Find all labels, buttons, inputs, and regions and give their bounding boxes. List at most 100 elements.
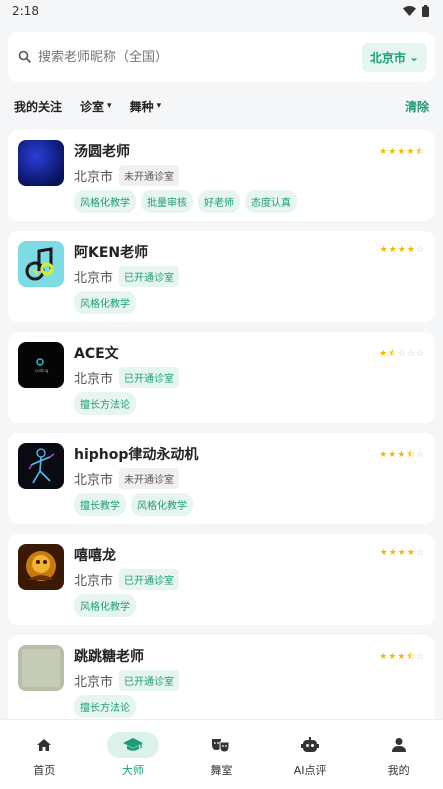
star-empty-icon: ☆ <box>415 245 425 255</box>
teacher-card[interactable]: hiphop律动永动机 ★★★⯪☆ 北京市 未开通诊室 擅长教学 风格化教学 <box>8 433 435 524</box>
tag-list: 擅长方法论 <box>74 392 136 415</box>
teacher-tag: 风格化教学 <box>74 594 136 617</box>
rating-stars: ★★★★☆ <box>380 245 425 255</box>
teacher-city: 北京市 <box>74 271 114 286</box>
star-full-icon: ★ <box>406 245 416 255</box>
nav-studio[interactable]: 舞室 <box>186 732 256 778</box>
studio-status-badge: 已开通诊室 <box>119 569 180 590</box>
robot-icon <box>284 732 336 758</box>
studio-status-badge: 未开通诊室 <box>119 468 180 489</box>
teacher-tag: 擅长方法论 <box>74 392 136 415</box>
avatar <box>18 544 64 590</box>
teacher-name: 嘻嘻龙 <box>74 548 116 564</box>
teacher-tag: 风格化教学 <box>74 291 136 314</box>
star-full-icon: ★ <box>379 450 389 460</box>
status-bar: 2:18 <box>0 0 443 22</box>
dance-style-filter[interactable]: 舞种 ▾ <box>130 98 162 115</box>
clear-filters-button[interactable]: 清除 <box>405 98 429 115</box>
star-full-icon: ★ <box>388 147 398 157</box>
chevron-down-icon: ▾ <box>107 101 112 111</box>
teacher-name: ACE文 <box>74 346 119 362</box>
nav-ai-review[interactable]: AI点评 <box>275 732 345 778</box>
studio-status-badge: 已开通诊室 <box>119 266 180 287</box>
avatar <box>18 443 64 489</box>
chevron-down-icon: ⌄ <box>408 50 419 64</box>
star-full-icon: ★ <box>388 450 398 460</box>
rating-stars: ★★★⯪☆ <box>379 447 425 463</box>
home-icon <box>18 732 70 758</box>
search-icon <box>18 50 32 64</box>
nav-label: 大师 <box>121 763 144 777</box>
teacher-card[interactable]: 跳跳糖老师 ★★★⯪☆ 北京市 已开通诊室 擅长方法论 <box>8 635 435 726</box>
teacher-card[interactable]: 汤圆老师 ★★★★⯪ 北京市 未开通诊室 风格化教学 批量审核 好老师 态度认真 <box>8 130 435 221</box>
teacher-card[interactable]: 嘻嘻龙 ★★★★☆ 北京市 已开通诊室 风格化教学 <box>8 534 435 625</box>
teacher-tag: 好老师 <box>198 190 240 213</box>
theater-masks-icon <box>195 732 247 758</box>
nav-label: 首页 <box>33 763 56 777</box>
star-empty-icon: ☆ <box>406 349 416 359</box>
studio-status-badge: 已开通诊室 <box>119 670 180 691</box>
star-half-icon: ⯪ <box>406 652 416 662</box>
star-half-icon: ⯪ <box>388 349 398 359</box>
nav-label: AI点评 <box>293 763 327 777</box>
studio-filter[interactable]: 诊室 ▾ <box>80 98 112 115</box>
star-full-icon: ★ <box>379 147 389 157</box>
studio-status-badge: 未开通诊室 <box>119 165 180 186</box>
rating-stars: ★★★⯪☆ <box>379 649 425 665</box>
star-full-icon: ★ <box>379 245 389 255</box>
teacher-tag: 擅长方法论 <box>74 695 136 718</box>
tag-list: 风格化教学 <box>74 594 136 617</box>
city-selector-button[interactable]: 北京市 ⌄ <box>361 42 427 72</box>
teacher-name: hiphop律动永动机 <box>74 447 199 463</box>
avatar: coding <box>18 342 64 388</box>
rating-stars: ★⯪☆☆☆ <box>379 346 425 362</box>
star-full-icon: ★ <box>388 548 398 558</box>
teacher-city: 北京市 <box>74 675 114 690</box>
teacher-name: 汤圆老师 <box>74 144 130 160</box>
nav-home[interactable]: 首页 <box>9 732 79 778</box>
star-full-icon: ★ <box>397 548 407 558</box>
clock: 2:18 <box>12 4 39 18</box>
nav-mine[interactable]: 我的 <box>364 732 434 778</box>
star-full-icon: ★ <box>379 652 389 662</box>
battery-icon <box>422 5 429 17</box>
wifi-icon <box>403 6 416 16</box>
teacher-tag: 态度认真 <box>245 190 297 213</box>
teacher-city: 北京市 <box>74 372 114 387</box>
user-icon <box>373 732 425 758</box>
teacher-name: 跳跳糖老师 <box>74 649 144 665</box>
my-follow-filter[interactable]: 我的关注 <box>14 98 62 115</box>
studio-status-badge: 已开通诊室 <box>119 367 180 388</box>
star-half-icon: ⯪ <box>415 147 425 157</box>
avatar <box>18 140 64 186</box>
nav-master[interactable]: 大师 <box>98 731 168 778</box>
teacher-name: 阿KEN老师 <box>74 245 149 261</box>
rating-stars: ★★★★☆ <box>380 548 425 558</box>
star-full-icon: ★ <box>379 548 389 558</box>
search-input[interactable] <box>38 49 362 65</box>
star-full-icon: ★ <box>406 548 416 558</box>
star-full-icon: ★ <box>397 245 407 255</box>
avatar <box>18 645 64 691</box>
teacher-tag: 风格化教学 <box>74 190 136 213</box>
search-bar: 北京市 ⌄ <box>8 32 435 82</box>
star-empty-icon: ☆ <box>415 349 425 359</box>
graduation-cap-icon <box>106 731 159 758</box>
svg-text:coding: coding <box>35 368 49 373</box>
star-full-icon: ★ <box>379 349 389 359</box>
star-empty-icon: ☆ <box>415 450 425 460</box>
city-label: 北京市 <box>369 50 406 65</box>
teacher-card[interactable]: coding ACE文 ★⯪☆☆☆ 北京市 已开通诊室 擅长方法论 <box>8 332 435 423</box>
star-half-icon: ⯪ <box>406 450 416 460</box>
tag-list: 擅长方法论 <box>74 695 136 718</box>
teacher-card[interactable]: 阿KEN老师 ★★★★☆ 北京市 已开通诊室 风格化教学 <box>8 231 435 322</box>
avatar <box>18 241 64 287</box>
tag-list: 风格化教学 <box>74 291 136 314</box>
teacher-tag: 风格化教学 <box>131 493 193 516</box>
teacher-tag: 擅长教学 <box>74 493 126 516</box>
bottom-navigation: 首页 大师 舞室 AI点评 我的 <box>0 719 443 789</box>
star-full-icon: ★ <box>388 245 398 255</box>
chevron-down-icon: ▾ <box>156 101 162 111</box>
filter-bar: 我的关注 诊室 ▾ 舞种 ▾ 清除 <box>0 94 443 118</box>
tag-list: 风格化教学 批量审核 好老师 态度认真 <box>74 190 297 213</box>
